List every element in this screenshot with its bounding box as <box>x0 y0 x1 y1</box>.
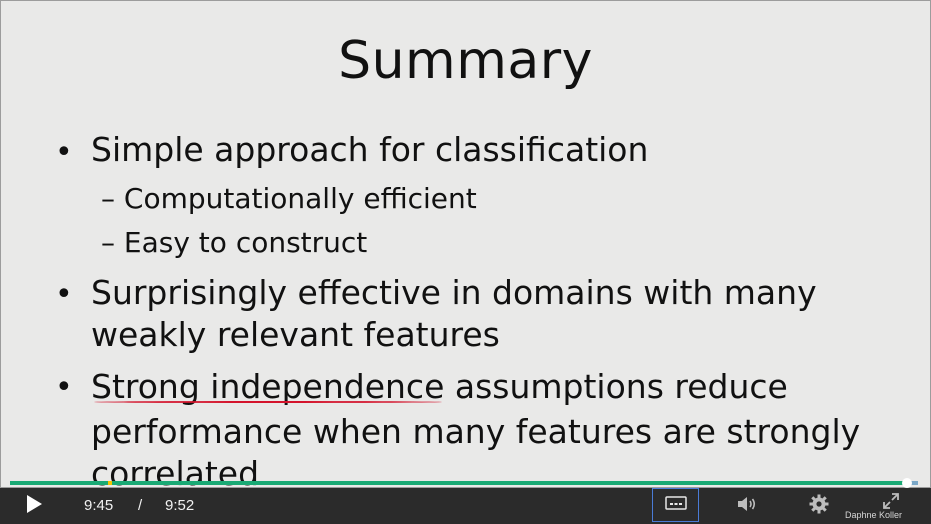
volume-button[interactable] <box>732 488 762 524</box>
lecture-slide[interactable]: Summary • Simple approach for classifica… <box>0 0 931 488</box>
progress-bar[interactable] <box>10 481 918 485</box>
sub-bullet-item: – Computationally efficient <box>101 182 477 215</box>
captions-button[interactable] <box>652 488 699 522</box>
gear-icon <box>809 494 829 519</box>
slide-title: Summary <box>338 31 593 91</box>
bullet-item-1: Simple approach for classification <box>91 130 649 169</box>
red-underline-annotation <box>94 401 442 403</box>
bullet-marker: • <box>55 277 73 312</box>
progress-played <box>10 481 908 485</box>
captions-icon <box>664 495 687 515</box>
progress-marker <box>108 481 112 485</box>
play-icon <box>25 494 43 519</box>
sub-bullet-item: – Easy to construct <box>101 226 368 259</box>
bullet-item-2-line-2: weakly relevant features <box>91 315 500 354</box>
slide-watermark: Daphne Koller <box>845 510 903 520</box>
settings-button[interactable] <box>804 488 834 524</box>
bullet-marker: • <box>55 370 73 405</box>
bullet-marker: • <box>55 135 73 170</box>
bullet-item-2-line-1: Surprisingly effective in domains with m… <box>91 273 817 312</box>
time-separator: / <box>138 497 143 514</box>
volume-icon <box>736 495 758 518</box>
duration: 9:52 <box>165 497 195 514</box>
bullet-item-3-rest: assumptions reduce <box>444 367 788 406</box>
player-controls: 9:45 / 9:52 <box>0 488 931 524</box>
video-player: Summary • Simple approach for classifica… <box>0 0 931 524</box>
play-button[interactable] <box>16 488 52 524</box>
current-time: 9:45 <box>84 497 114 514</box>
bullet-item-3-line-2: performance when many features are stron… <box>91 412 861 451</box>
